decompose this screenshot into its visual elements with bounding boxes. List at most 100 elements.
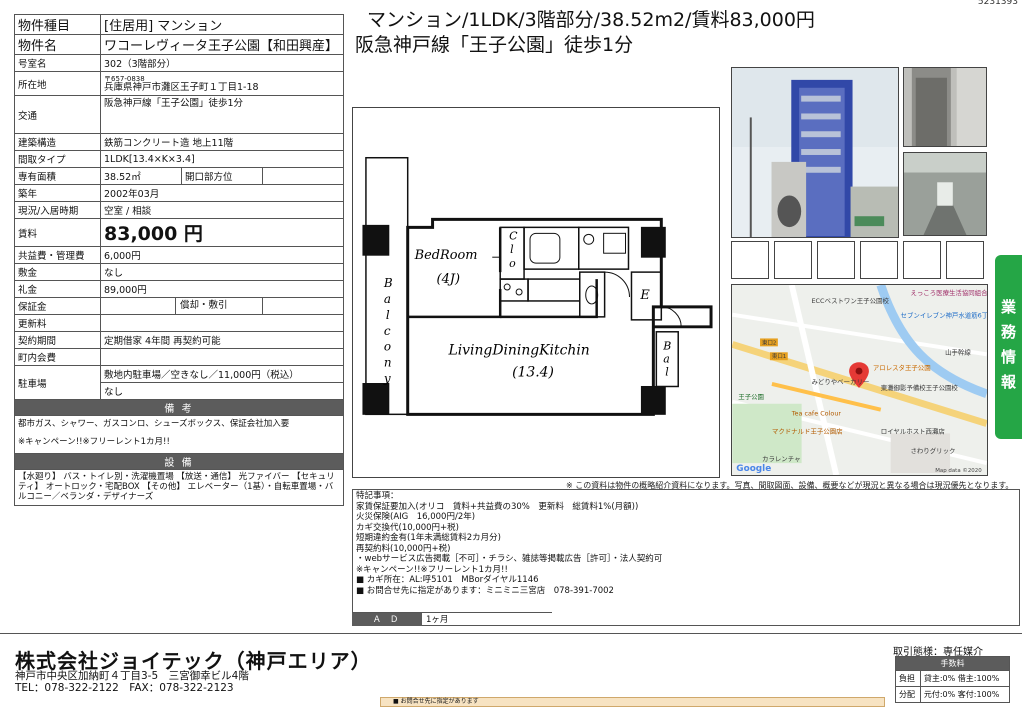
balcony-letter: B — [383, 276, 393, 290]
remarks-cell: 都市ガス、シャワー、ガスコンロ、シューズボックス、保証会社加入要 ※キャンペーン!… — [14, 415, 344, 454]
built-key: 築年 — [14, 184, 101, 202]
small-balcony-label: B a l — [662, 340, 671, 379]
ad-label: Ａ Ｄ — [352, 613, 422, 626]
building-exterior-photo[interactable] — [731, 67, 899, 238]
status-key: 現況/入居時期 — [14, 201, 101, 219]
location-map[interactable]: ECCベストワン王子公園校 えっころ医療生活協同組合 灘診療所 セブンイレブン神… — [731, 284, 988, 476]
balcony-letter: o — [384, 340, 391, 354]
headline-line-1: マンション/1LDK/3階部分/38.52m2/賃料83,000円 — [367, 9, 815, 31]
amortize-value — [262, 297, 344, 315]
room-value: 302（3階部分） — [100, 54, 344, 72]
remarks-box-line: ■ カギ所在：AL:呼5101 MBorダイヤル1146 — [356, 575, 539, 585]
kitchen-stove — [499, 278, 529, 302]
photo-thumbnail[interactable] — [731, 241, 769, 279]
entrance-photo[interactable] — [903, 67, 987, 147]
footer-divider — [0, 633, 1022, 634]
renew-value — [100, 314, 344, 332]
floor-plan: BedRoom (4J) C l o B a l c o n y LivingD… — [352, 107, 720, 478]
corridor-photo[interactable] — [903, 152, 987, 236]
layout-value: 1LDK[13.4×K×3.4] — [100, 150, 344, 168]
google-logo: Google — [736, 464, 771, 474]
bal-letter: B — [662, 340, 671, 353]
room-key: 号室名 — [14, 54, 101, 72]
map-label: セブンイレブン神戸水道筋6丁目店 — [901, 311, 988, 320]
key-money-value: 89,000円 — [100, 280, 344, 298]
photo-thumbnail[interactable] — [817, 241, 855, 279]
contract-value: 定期借家 4年間 再契約可能 — [100, 331, 344, 349]
wall-pillar — [640, 385, 666, 415]
burner — [503, 283, 511, 291]
headline: マンション/1LDK/3階部分/38.52m2/賃料83,000円 阪急神戸線「… — [355, 8, 875, 58]
remarks-line-1: 都市ガス、シャワー、ガスコンロ、シューズボックス、保証会社加入要 — [18, 419, 290, 429]
commission-title: 手数料 — [895, 656, 1010, 671]
bedroom-label: BedRoom — [414, 248, 478, 263]
closet-letter: C — [509, 229, 518, 242]
remarks-line-2: ※キャンペーン!!※フリーレント1カ月!! — [18, 437, 170, 447]
remarks-box-line: 家賃保証要加入(オリコ 賃料+共益費の30% 更新料 総賃料1%(月額)) — [356, 501, 639, 512]
map-label: みどりやベーカリー — [812, 378, 870, 386]
ldk-label: LivingDiningKitchin — [447, 343, 589, 359]
map-credit: Map data ©2020 — [935, 467, 982, 474]
business-info-tab[interactable]: 業 務 情 報 — [995, 255, 1022, 439]
map-label: カラレンチャ — [762, 455, 800, 463]
map-label: 王子公園 — [738, 393, 764, 401]
remarks-box-line: ■ お問合せ先に指定があります：ミニミニ三宮店 078-391-7002 — [356, 585, 614, 596]
remarks-box-line: カギ交換代(10,000円+税) — [356, 522, 459, 533]
closet-letter: l — [510, 243, 514, 256]
remarks-box-line: 再契約料(10,000円+税) — [356, 543, 451, 554]
bal-letter: l — [665, 366, 669, 379]
renew-key: 更新料 — [14, 314, 101, 332]
ldk-size: (13.4) — [512, 365, 554, 381]
map-label: 東口2 — [762, 338, 776, 346]
map-label: 東口1 — [772, 352, 786, 360]
addr-value: 兵庫県神戸市灘区王子町１丁目1-18 — [104, 81, 259, 93]
type-key: 物件種目 — [14, 14, 101, 35]
commission-key: 分配 — [895, 686, 921, 703]
photo-thumbnail[interactable] — [946, 241, 984, 279]
commission-table: 手数料 負担 貸主:0% 借主:100% 分配 元付:0% 客付:100% — [895, 656, 1011, 703]
wall-pillar — [362, 383, 390, 415]
layout-key: 間取タイプ — [14, 150, 101, 168]
name-key: 物件名 — [14, 34, 101, 55]
commission-value: 貸主:0% 借主:100% — [919, 670, 1011, 687]
contract-key: 契約期間 — [14, 331, 101, 349]
fee-key: 共益費・管理費 — [14, 246, 101, 264]
assoc-value — [100, 348, 344, 366]
kitchen-counter — [527, 278, 581, 302]
equipment-title: 設 備 — [14, 453, 344, 470]
company-phone: TEL：078-322-2122 FAX：078-322-2123 — [15, 682, 234, 694]
traffic-key: 交通 — [14, 95, 101, 134]
area-value: 38.52㎡ — [100, 167, 182, 185]
balcony-label: B a l c o n y — [383, 276, 393, 385]
rent-value: 83,000 円 — [100, 218, 344, 247]
toilet-room — [579, 271, 606, 318]
tab-char: 情 — [1000, 348, 1016, 366]
map-label: 東灘御影予備校王子公園校 — [881, 383, 959, 392]
company-address: 神戸市中央区加納町４丁目3-5 三宮御幸ビル4階 — [15, 670, 249, 682]
struct-key: 建築構造 — [14, 133, 101, 151]
rent-amount: 83,000 円 — [104, 223, 203, 245]
struct-value: 鉄筋コンクリート造 地上11階 — [100, 133, 344, 151]
ldk-wall — [500, 279, 598, 319]
map-label: えっころ医療生活協同組合 灘診療所 — [910, 288, 988, 297]
sink — [583, 233, 595, 245]
fee-value: 6,000円 — [100, 246, 344, 264]
burner — [515, 288, 523, 296]
bal-letter: a — [663, 353, 670, 366]
key-money-key: 礼金 — [14, 280, 101, 298]
photo-thumbnail[interactable] — [903, 241, 941, 279]
bedroom-size: (4J) — [437, 272, 460, 287]
area-key: 専有面積 — [14, 167, 101, 185]
map-label: 山手幹線 — [945, 347, 971, 356]
closet-letter: o — [509, 257, 516, 270]
photo-thumbnail[interactable] — [860, 241, 898, 279]
company-contact: 神戸市中央区加納町４丁目3-5 三宮御幸ビル4階 TEL：078-322-212… — [15, 670, 249, 694]
map-label: アロレスタ王子公園 — [873, 363, 931, 372]
map-label: さわりグリック — [910, 446, 955, 455]
remarks-box-line: ・webサービス広告掲載［不可］・チラシ、雑誌等掲載広告［許可］・法人契約可 — [356, 554, 663, 564]
balcony-letter: n — [384, 356, 392, 370]
photo-thumbnail[interactable] — [774, 241, 812, 279]
remarks-box-line: 火災保険(AIG 16,000円/2年) — [356, 512, 476, 522]
tab-char: 務 — [1000, 323, 1016, 341]
property-spec-table: 物件種目 [住居用] マンション 物件名 ワコーレヴィータ王子公園【和田興産】 号室… — [14, 14, 344, 506]
